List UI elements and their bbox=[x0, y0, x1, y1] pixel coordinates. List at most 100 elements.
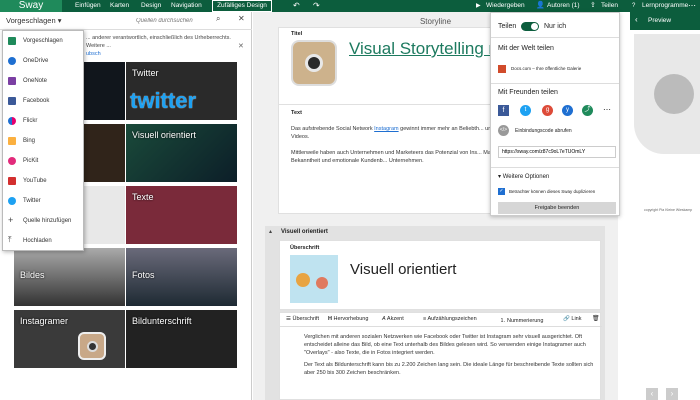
sway-icon bbox=[8, 37, 16, 45]
twitter-logo: twitter bbox=[130, 88, 196, 113]
editor-paragraph-2[interactable]: Der Text als Bildunterschrift kann bis z… bbox=[304, 361, 596, 377]
docs-share-link[interactable]: Docs.com – Ihre öffentliche Galerie bbox=[511, 66, 581, 71]
share-label: Teilen bbox=[498, 23, 517, 30]
source-dropdown[interactable]: Vorgeschlagen ▾ bbox=[6, 15, 61, 27]
tile-visuell[interactable]: Visuell orientiert bbox=[126, 124, 237, 182]
card-type-label: Text bbox=[291, 110, 302, 116]
menu-item-facebook[interactable]: Facebook bbox=[3, 91, 83, 111]
heading-card[interactable]: Überschrift Visuell orientiert bbox=[279, 240, 601, 310]
tutorials-icon[interactable]: ? bbox=[632, 0, 635, 12]
onedrive-icon bbox=[8, 57, 16, 65]
share-link-icon[interactable]: ⤴ bbox=[582, 105, 593, 116]
tile-fotos[interactable]: Fotos bbox=[126, 248, 237, 306]
collapse-icon[interactable]: ▴ bbox=[269, 228, 272, 235]
menu-item-youtube[interactable]: YouTube bbox=[3, 171, 83, 191]
share-url-field[interactable] bbox=[498, 146, 616, 158]
tile-twitter[interactable]: Twitter twitter bbox=[126, 62, 237, 120]
close-icon[interactable]: ✕ bbox=[238, 14, 245, 23]
next-slide-button[interactable]: › bbox=[666, 388, 678, 400]
copyright-notice: ... anderer verantwortlich, einschließli… bbox=[86, 35, 231, 56]
menu-item-upload[interactable]: ⤒ Hochladen bbox=[3, 231, 83, 251]
sway-logo[interactable]: Sway bbox=[0, 0, 62, 12]
menu-item-twitter[interactable]: Twitter bbox=[3, 191, 83, 211]
redo-icon[interactable]: ↷ bbox=[313, 0, 320, 12]
source-search-input[interactable] bbox=[136, 15, 228, 27]
yammer-share-icon[interactable]: y bbox=[562, 105, 573, 116]
flickr-icon bbox=[8, 117, 16, 125]
tile-texte[interactable]: Texte bbox=[126, 186, 237, 244]
format-bullets-button[interactable]: ≡ Aufzählungszeichen bbox=[423, 316, 477, 322]
notice-close-icon[interactable]: ✕ bbox=[238, 42, 244, 50]
editor-card[interactable]: ☰ Überschrift H Hervorhebung A Akzent ≡ … bbox=[279, 312, 602, 400]
embed-code-link[interactable]: Einbindungscode abrufen bbox=[515, 128, 572, 134]
menu-item-pickit[interactable]: PicKit bbox=[3, 151, 83, 171]
share-panel: Teilen Nur ich Mit der Welt teilen Docs.… bbox=[490, 12, 620, 216]
instagram-image[interactable] bbox=[291, 40, 337, 86]
random-design-button[interactable]: Zufälliges Design bbox=[212, 0, 272, 12]
menu-design[interactable]: Design bbox=[141, 0, 161, 12]
plus-icon: + bbox=[8, 215, 14, 225]
instagram-logo bbox=[78, 332, 106, 360]
format-accent-button[interactable]: A Akzent bbox=[382, 316, 404, 322]
tutorials-button[interactable]: Lernprogramme bbox=[642, 0, 688, 12]
share-icon[interactable]: ⇪ bbox=[590, 0, 596, 12]
menu-cards[interactable]: Karten bbox=[110, 0, 129, 12]
card-title[interactable]: Visual Storytelling m bbox=[349, 39, 503, 59]
heading-title[interactable]: Visuell orientiert bbox=[350, 261, 456, 278]
card-type-label: Überschrift bbox=[290, 245, 320, 251]
format-toolbar: ☰ Überschrift H Hervorhebung A Akzent ≡ … bbox=[280, 313, 602, 327]
share-button[interactable]: Teilen bbox=[601, 0, 618, 12]
duplicate-checkbox[interactable]: ✓ bbox=[498, 188, 505, 195]
menu-item-onenote[interactable]: OneNote bbox=[3, 71, 83, 91]
docs-icon bbox=[498, 65, 506, 73]
preview-copyright: copyright Pia Kleine Wieskamp bbox=[644, 208, 693, 212]
facebook-share-icon[interactable]: f bbox=[498, 105, 509, 116]
upload-icon: ⤒ bbox=[8, 235, 12, 244]
preview-label: Preview bbox=[648, 17, 672, 24]
share-toggle[interactable] bbox=[521, 22, 539, 31]
trash-icon[interactable]: 🗑 bbox=[592, 315, 600, 322]
format-heading-button[interactable]: ☰ Überschrift bbox=[286, 316, 319, 322]
editor-paragraph-1[interactable]: Verglichen mit anderen sozialen Netzwerk… bbox=[304, 333, 596, 357]
more-share-icon[interactable]: ⋯ bbox=[603, 105, 611, 114]
instagram-link[interactable]: Instagram bbox=[374, 126, 398, 132]
source-toolbar: Vorgeschlagen ▾ ⌕ ✕ bbox=[0, 12, 252, 30]
tile-bildes[interactable]: Bildes bbox=[14, 248, 125, 306]
menu-item-vorgeschlagen[interactable]: Vorgeschlagen bbox=[3, 31, 83, 51]
menu-navigation[interactable]: Navigation bbox=[171, 0, 202, 12]
heading-image[interactable] bbox=[290, 255, 338, 303]
menu-insert[interactable]: Einfügen bbox=[75, 0, 101, 12]
menu-item-flickr[interactable]: Flickr bbox=[3, 111, 83, 131]
share-friends-heading: Mit Freunden teilen bbox=[498, 89, 558, 96]
format-highlight-button[interactable]: H Hervorhebung bbox=[328, 316, 368, 322]
format-link-button[interactable]: 🔗 Link bbox=[563, 316, 581, 322]
back-arrow-icon[interactable]: ‹ bbox=[635, 15, 638, 24]
share-world-heading: Mit der Welt teilen bbox=[498, 45, 554, 52]
play-icon[interactable]: ▶ bbox=[476, 0, 481, 12]
tile-bildunterschrift[interactable]: Bildunterschrift bbox=[126, 310, 237, 368]
chevron-down-icon: ▾ bbox=[57, 16, 62, 25]
twitter-share-icon[interactable]: t bbox=[520, 105, 531, 116]
advanced-options-toggle[interactable]: ▾ Weitere Optionen bbox=[498, 173, 549, 180]
more-icon[interactable]: ⋯ bbox=[688, 0, 696, 12]
notice-link[interactable]: ubsch bbox=[86, 51, 101, 56]
menu-item-onedrive[interactable]: OneDrive bbox=[3, 51, 83, 71]
googleplus-share-icon[interactable]: g bbox=[542, 105, 553, 116]
format-numbering-button[interactable]: ⒈ Nummerierung bbox=[500, 316, 543, 324]
stop-sharing-button[interactable]: Freigabe beenden bbox=[498, 202, 616, 214]
section-label: Visuell orientiert bbox=[281, 229, 328, 235]
undo-icon[interactable]: ↶ bbox=[293, 0, 300, 12]
authors-button[interactable]: Autoren (1) bbox=[547, 0, 580, 12]
section-group: ▴ Visuell orientiert Überschrift Visuell… bbox=[265, 226, 605, 400]
tile-instagramer[interactable]: Instagramer bbox=[14, 310, 125, 368]
menu-item-add-source[interactable]: + Quelle hinzufügen bbox=[3, 211, 83, 231]
pickit-icon bbox=[8, 157, 16, 165]
search-icon[interactable]: ⌕ bbox=[216, 14, 220, 24]
authors-icon[interactable]: 👤 bbox=[536, 0, 545, 12]
facebook-icon bbox=[8, 97, 16, 105]
prev-slide-button[interactable]: ‹ bbox=[646, 388, 658, 400]
menu-item-bing[interactable]: Bing bbox=[3, 131, 83, 151]
preview-panel: ‹ Preview copyright Pia Kleine Wieskamp … bbox=[630, 12, 700, 400]
bing-icon bbox=[8, 137, 16, 145]
play-button[interactable]: Wiedergeben bbox=[486, 0, 525, 12]
